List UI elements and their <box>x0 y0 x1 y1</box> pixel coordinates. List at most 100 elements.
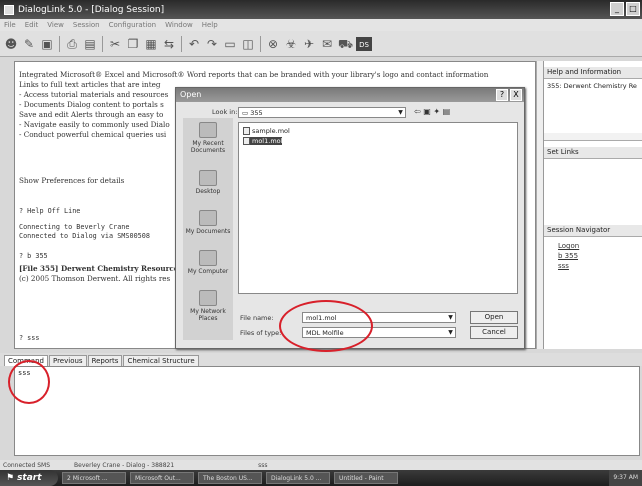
taskbar-item[interactable]: 2 Microsoft ... <box>62 472 126 484</box>
start-button[interactable]: ⚑ start <box>0 470 58 486</box>
window-icon[interactable]: ◫ <box>241 37 255 51</box>
command-input[interactable]: sss <box>14 366 640 456</box>
hazard-icon[interactable]: ☣ <box>284 37 298 51</box>
forward-icon[interactable]: ↷ <box>205 37 219 51</box>
maximize-button[interactable]: □ <box>626 2 640 16</box>
menu-file[interactable]: File <box>4 21 16 29</box>
nav-link-logon[interactable]: Logon <box>558 242 579 250</box>
output-line: ? Help Off Line <box>19 207 81 215</box>
look-in-select[interactable]: ▭ 355 ▼ <box>238 107 406 118</box>
link-icon[interactable]: ⇆ <box>162 37 176 51</box>
tab-reports[interactable]: Reports <box>87 355 123 366</box>
menu-edit[interactable]: Edit <box>25 21 39 29</box>
output-line: - Documents Dialog content to portals s <box>19 100 164 109</box>
stop-icon[interactable]: ⊗ <box>266 37 280 51</box>
dialog-close-button[interactable]: X <box>510 89 522 101</box>
ds-icon[interactable]: DS <box>356 36 372 51</box>
output-scrollbar[interactable] <box>536 61 543 349</box>
chevron-down-icon: ▼ <box>448 314 453 321</box>
toolbar-separator <box>260 35 261 52</box>
dialog-help-button[interactable]: ? <box>496 89 508 101</box>
cancel-button[interactable]: Cancel <box>470 326 518 339</box>
taskbar: ⚑ start 2 Microsoft ... Microsoft Out... … <box>0 470 642 486</box>
nav-link-sss[interactable]: sss <box>558 262 569 270</box>
command-tabs: Command Previous Reports Chemical Struct… <box>0 353 642 366</box>
toolbar-separator <box>181 35 182 52</box>
open-button[interactable]: Open <box>470 311 518 324</box>
file-type-label: Files of type: <box>240 329 282 337</box>
output-line: Save and edit Alerts through an easy to <box>19 110 164 119</box>
file-name: sample.mol <box>252 127 290 135</box>
tab-chemical-structure[interactable]: Chemical Structure <box>123 355 199 366</box>
place-label: My Documents <box>185 228 231 235</box>
file-icon <box>243 127 250 135</box>
toolbar-separator <box>59 35 60 52</box>
back-icon[interactable]: ↶ <box>187 37 201 51</box>
my-documents-icon <box>199 210 217 226</box>
annotation-circle-command <box>8 360 50 404</box>
status-command: sss <box>258 461 268 469</box>
windows-flag-icon: ⚑ <box>6 473 15 483</box>
file-item[interactable]: sample.mol <box>243 127 290 135</box>
help-panel-scrollbar[interactable] <box>544 133 642 141</box>
people-icon[interactable]: ☻ <box>4 37 18 51</box>
copy-icon[interactable]: ❐ <box>126 37 140 51</box>
taskbar-item[interactable]: The Boston US... <box>198 472 262 484</box>
session-navigator-header: Session Navigator <box>544 225 642 237</box>
menu-bar: File Edit View Session Configuration Win… <box>0 19 642 31</box>
nav-toolbar-icons[interactable]: ⇦ ▣ ✦ ▤ <box>414 107 450 116</box>
file-name-label: File name: <box>240 314 274 322</box>
output-line: - Conduct powerful chemical queries usi <box>19 130 167 139</box>
menu-session[interactable]: Session <box>73 21 100 29</box>
look-in-value: 355 <box>250 109 263 117</box>
paste-icon[interactable]: ▦ <box>144 37 158 51</box>
place-my-computer[interactable]: My Computer <box>183 250 233 275</box>
menu-configuration[interactable]: Configuration <box>109 21 156 29</box>
place-my-documents[interactable]: My Documents <box>183 210 233 235</box>
mail-icon[interactable]: ✉ <box>320 37 334 51</box>
title-bar: DialogLink 5.0 - [Dialog Session] _ □ <box>0 0 642 19</box>
file-item-selected[interactable]: mol1.mol <box>243 137 283 145</box>
document-icon[interactable]: ▤ <box>83 37 97 51</box>
menu-help[interactable]: Help <box>202 21 218 29</box>
place-label: My Network Places <box>190 308 226 322</box>
monitor-icon[interactable]: ▭ <box>223 37 237 51</box>
tools-icon[interactable]: ✈ <box>302 37 316 51</box>
shopping-cart-icon[interactable]: ⛟ <box>338 37 353 51</box>
pencil-icon[interactable]: ✎ <box>22 37 36 51</box>
window-title: DialogLink 5.0 - [Dialog Session] <box>18 4 165 15</box>
save-icon[interactable]: ▣ <box>40 37 54 51</box>
cut-icon[interactable]: ✂ <box>108 37 122 51</box>
output-line: (c) 2005 Thomson Derwent. All rights res <box>19 274 171 283</box>
nav-link-b355[interactable]: b 355 <box>558 252 578 260</box>
help-text: 355: Derwent Chemistry Re <box>547 82 637 90</box>
app-icon <box>4 4 14 15</box>
file-name: mol1.mol <box>252 137 283 145</box>
printer-icon[interactable]: ⎙ <box>65 37 79 51</box>
set-links-header: Set Links <box>544 147 642 159</box>
taskbar-item[interactable]: DialogLink 5.0 ... <box>266 472 330 484</box>
look-in-label: Look in: <box>212 108 238 116</box>
place-recent-documents[interactable]: My Recent Documents <box>183 122 233 154</box>
place-label: My Computer <box>187 268 229 275</box>
taskbar-item[interactable]: Microsoft Out... <box>130 472 194 484</box>
status-connection: Connected SMS <box>3 461 51 469</box>
place-label: My Recent Documents <box>190 140 226 154</box>
status-user: Beverley Crane - Dialog - 388821 <box>74 461 175 469</box>
start-label: start <box>17 473 42 483</box>
menu-window[interactable]: Window <box>165 21 193 29</box>
menu-view[interactable]: View <box>47 21 64 29</box>
place-network-places[interactable]: My Network Places <box>183 290 233 322</box>
my-computer-icon <box>199 250 217 266</box>
taskbar-item[interactable]: Untitled - Paint <box>334 472 398 484</box>
place-desktop[interactable]: Desktop <box>183 170 233 195</box>
tab-previous[interactable]: Previous <box>48 355 87 366</box>
minimize-button[interactable]: _ <box>610 2 624 16</box>
status-bar: Connected SMS Beverley Crane - Dialog - … <box>0 460 642 470</box>
output-line: Show Preferences for details <box>19 176 125 185</box>
output-line: - Navigate easily to commonly used Dialo <box>19 120 170 129</box>
help-panel-header: Help and Information <box>544 67 642 79</box>
file-list[interactable]: sample.mol mol1.mol <box>238 122 518 294</box>
dialog-title: Open <box>176 88 524 102</box>
file-icon <box>243 137 250 145</box>
